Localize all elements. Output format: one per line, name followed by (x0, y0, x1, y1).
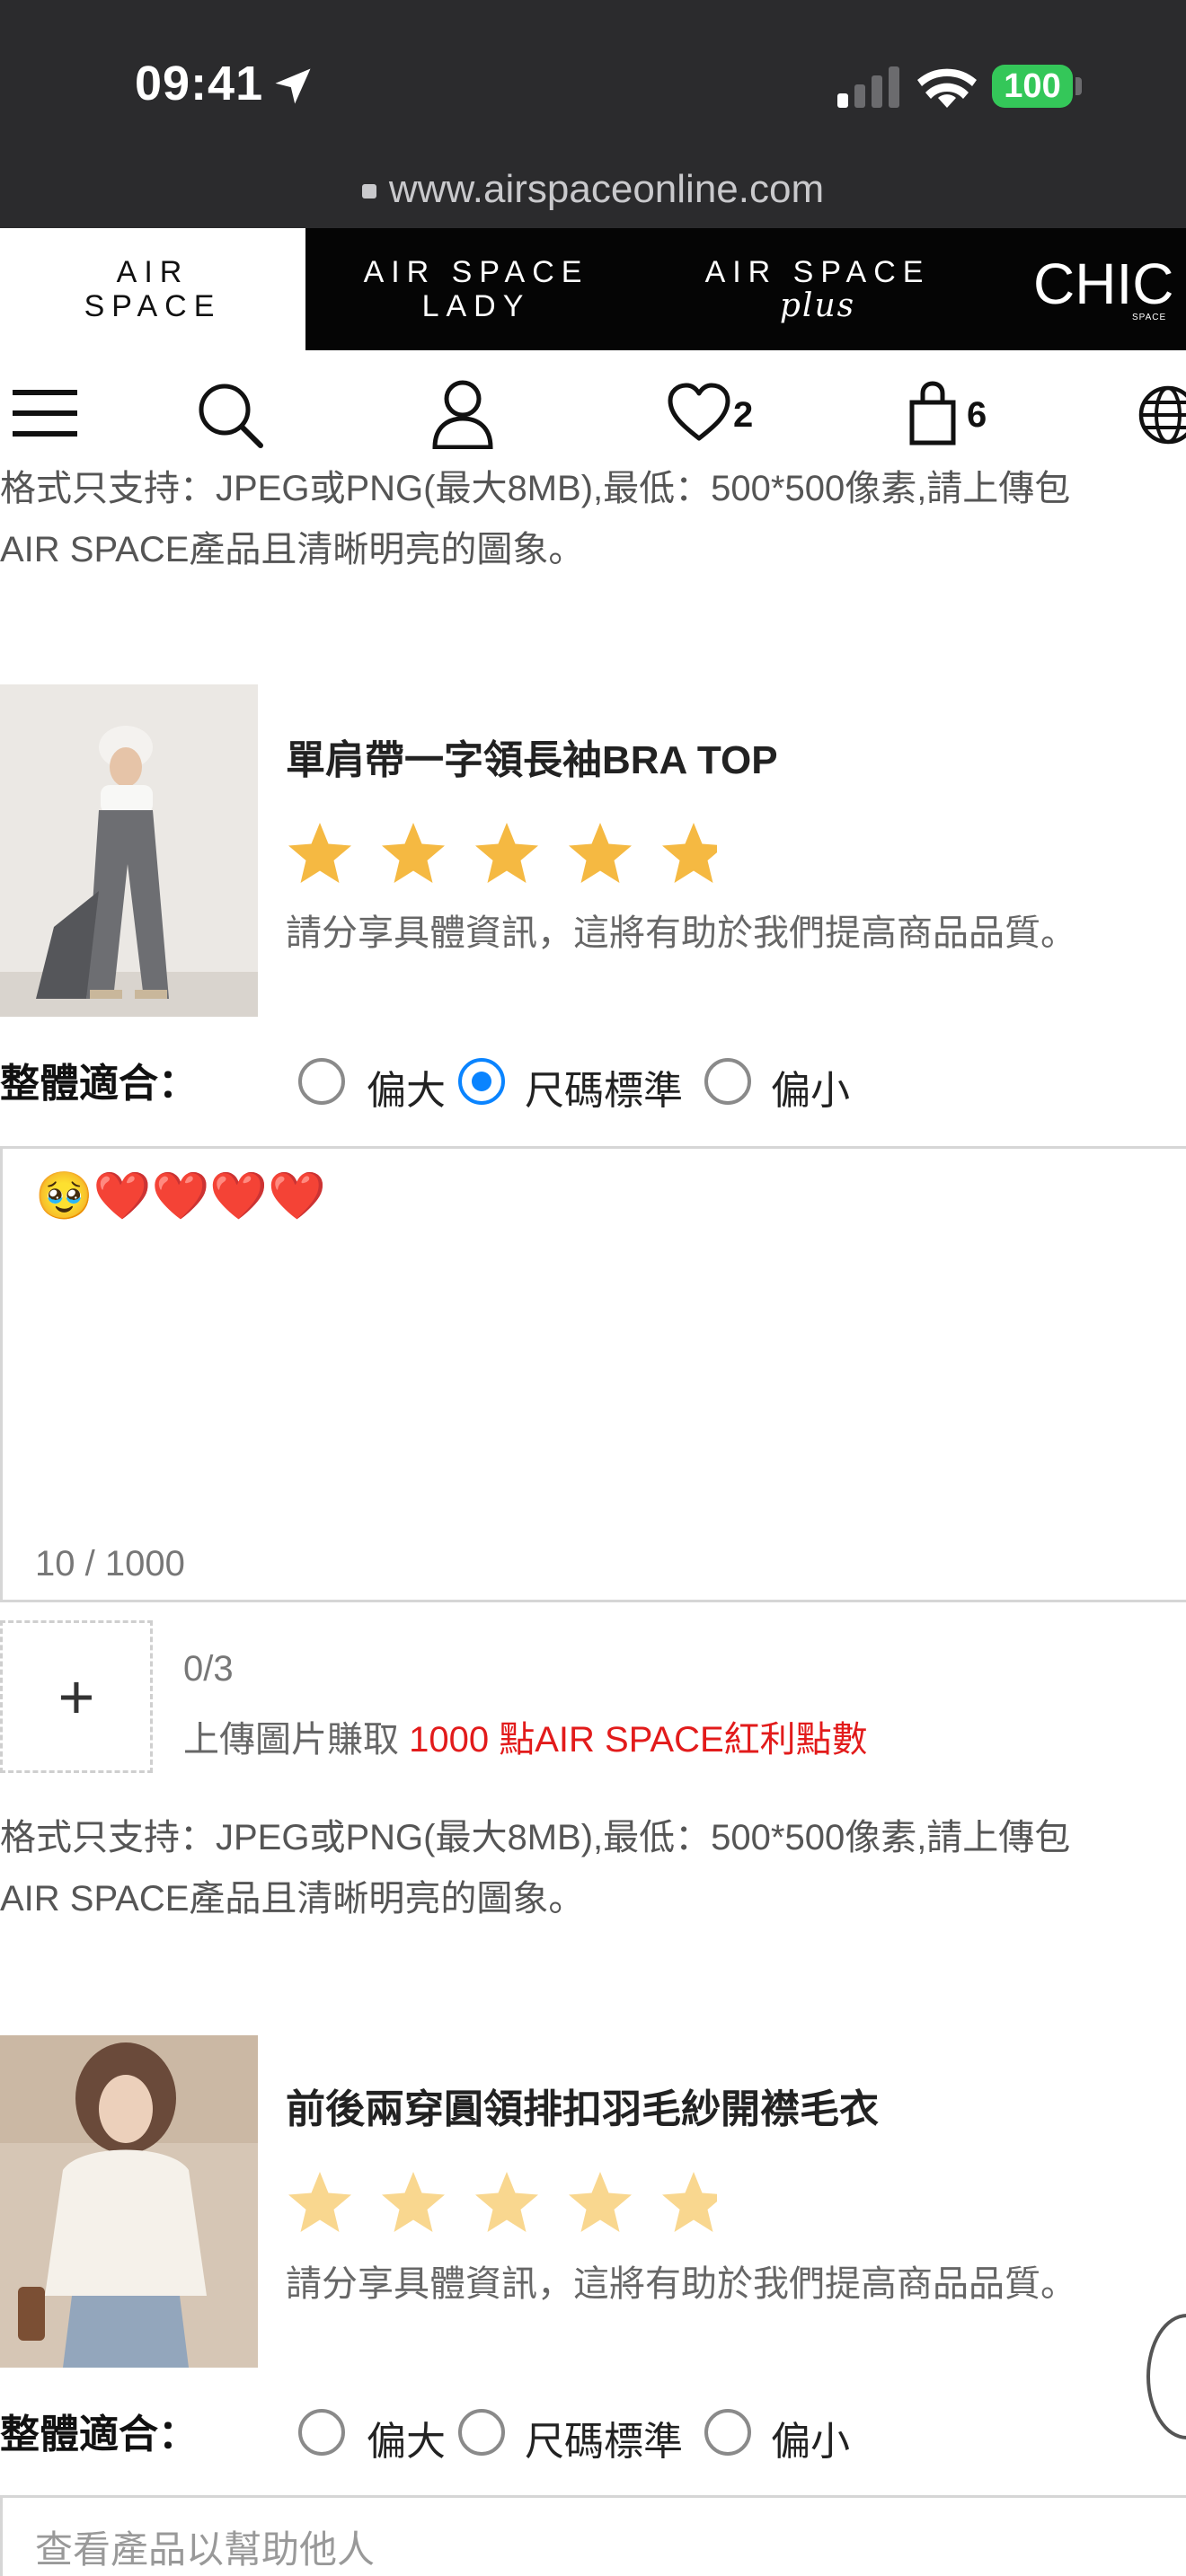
fit-option-large[interactable]: 偏大 (367, 1058, 446, 1116)
format-note-line1: 格式只支持：JPEG或PNG(最大8MB),最低：500*500像素,請上傳包 (0, 1818, 1071, 1857)
floating-chat-button[interactable] (1146, 2314, 1186, 2439)
brand-tab-sublabel: LADY (421, 289, 531, 323)
product-photo-cardigan (0, 2035, 258, 2368)
upload-reward-prefix: 上傳圖片賺取 (183, 1720, 399, 1760)
star-icon[interactable] (569, 2172, 632, 2232)
url-text[interactable]: www.airspaceonline.com (0, 167, 1186, 212)
fit-option-standard[interactable]: 尺碼標準 (525, 1058, 683, 1116)
fit-option-small[interactable]: 偏小 (771, 1058, 850, 1116)
char-counter: 10 / 1000 (35, 1544, 185, 1584)
brand-tab-label: AIR (116, 255, 190, 289)
product-image[interactable] (0, 2035, 258, 2368)
star-icon[interactable] (569, 823, 632, 883)
format-note-line2: AIR SPACE產品且清晰明亮的圖象。 (0, 1879, 585, 1919)
star-icon[interactable] (382, 823, 445, 883)
globe-icon[interactable] (1136, 384, 1186, 446)
battery-icon: 100 (992, 65, 1073, 108)
brand-tab-sublabel: plus (779, 287, 856, 324)
plus-icon: + (58, 1662, 95, 1732)
status-time: 09:41 (135, 57, 264, 110)
star-rating[interactable] (286, 819, 717, 887)
format-note-line2: AIR SPACE產品且清晰明亮的圖象。 (0, 530, 585, 569)
star-icon[interactable] (662, 823, 717, 883)
cart-count: 6 (967, 395, 987, 435)
site-nav-bar: 2 6 (0, 350, 1186, 472)
fit-option-standard[interactable]: 尺碼標準 (525, 2409, 683, 2466)
fit-radio-standard[interactable] (458, 2409, 505, 2456)
brand-tab-sublabel: SPACE (84, 289, 222, 323)
review-textarea[interactable]: 查看產品以幫助他人 (0, 2495, 1186, 2576)
battery-level: 100 (1004, 66, 1061, 105)
brand-tab-chic-space[interactable]: CHIC SPACE (1033, 228, 1186, 350)
shopping-bag-icon[interactable] (909, 381, 956, 446)
fit-label: 整體適合： (0, 2413, 198, 2457)
upload-count: 0/3 (183, 1649, 234, 1689)
star-icon[interactable] (288, 2172, 351, 2232)
fit-label: 整體適合： (0, 1062, 198, 1106)
brand-tab-label: AIR SPACE (363, 255, 589, 289)
heart-icon[interactable] (667, 383, 731, 442)
location-arrow-icon (275, 68, 311, 104)
upload-photo-button[interactable]: + (0, 1620, 153, 1773)
review-prompt: 請分享具體資訊，這將有助於我們提高商品品質。 (286, 913, 1076, 953)
upload-reward-points: 1000 點AIR SPACE紅利點數 (409, 1720, 868, 1760)
cellular-signal-icon (837, 66, 899, 108)
url-value: www.airspaceonline.com (388, 167, 825, 211)
star-rating-stars (288, 2172, 717, 2232)
review-prompt: 請分享具體資訊，這將有助於我們提高商品品質。 (286, 2264, 1076, 2304)
search-icon[interactable] (196, 381, 264, 449)
brand-tab-sublabel: SPACE (1132, 313, 1167, 322)
product-image[interactable] (0, 684, 258, 1017)
brand-tab-bar: AIR SPACE AIR SPACE LADY AIR SPACE plus … (0, 228, 1186, 350)
wifi-icon (917, 68, 977, 108)
lock-icon (361, 184, 376, 199)
fit-radio-large[interactable] (298, 1058, 345, 1105)
brand-tab-air-space[interactable]: AIR SPACE (0, 228, 305, 350)
star-rating[interactable] (286, 2168, 717, 2236)
brand-tab-air-space-lady[interactable]: AIR SPACE LADY (305, 228, 647, 350)
review-placeholder: 查看產品以幫助他人 (35, 2528, 376, 2571)
format-note-top: 格式只支持：JPEG或PNG(最大8MB),最低：500*500像素,請上傳包 … (0, 458, 1070, 580)
brand-tab-label: CHIC (1033, 251, 1174, 316)
format-note-line1: 格式只支持：JPEG或PNG(最大8MB),最低：500*500像素,請上傳包 (0, 469, 1071, 508)
fit-option-small[interactable]: 偏小 (771, 2409, 850, 2466)
upload-reward-text: 上傳圖片賺取 1000 點AIR SPACE紅利點數 (183, 1710, 868, 1762)
brand-tab-label: AIR SPACE (704, 255, 931, 289)
status-bar: 09:41 100 (0, 0, 1186, 180)
star-icon[interactable] (288, 823, 351, 883)
star-icon[interactable] (475, 2172, 538, 2232)
star-icon[interactable] (382, 2172, 445, 2232)
product-photo-bra-top (0, 684, 258, 1017)
review-text: 🥹❤️❤️❤️❤️ (35, 1170, 326, 1222)
wishlist-count: 2 (733, 395, 754, 435)
product-title: 前後兩穿圓領排扣羽毛紗開襟毛衣 (286, 2087, 879, 2131)
star-icon[interactable] (475, 823, 538, 883)
product-title: 單肩帶一字領長袖BRA TOP (286, 738, 778, 782)
fit-radio-standard[interactable] (458, 1058, 505, 1105)
url-bar[interactable]: www.airspaceonline.com (0, 167, 1186, 228)
menu-icon[interactable] (13, 386, 77, 440)
star-icon[interactable] (662, 2172, 717, 2232)
review-textarea[interactable]: 🥹❤️❤️❤️❤️ 10 / 1000 (0, 1146, 1186, 1602)
brand-tab-air-space-plus[interactable]: AIR SPACE plus (647, 228, 988, 350)
format-note: 格式只支持：JPEG或PNG(最大8MB),最低：500*500像素,請上傳包 … (0, 1807, 1070, 1929)
account-icon[interactable] (431, 377, 494, 449)
star-rating-stars (288, 823, 717, 883)
fit-radio-small[interactable] (704, 1058, 751, 1105)
fit-radio-large[interactable] (298, 2409, 345, 2456)
fit-radio-small[interactable] (704, 2409, 751, 2456)
battery-cap (1075, 77, 1082, 95)
fit-option-large[interactable]: 偏大 (367, 2409, 446, 2466)
